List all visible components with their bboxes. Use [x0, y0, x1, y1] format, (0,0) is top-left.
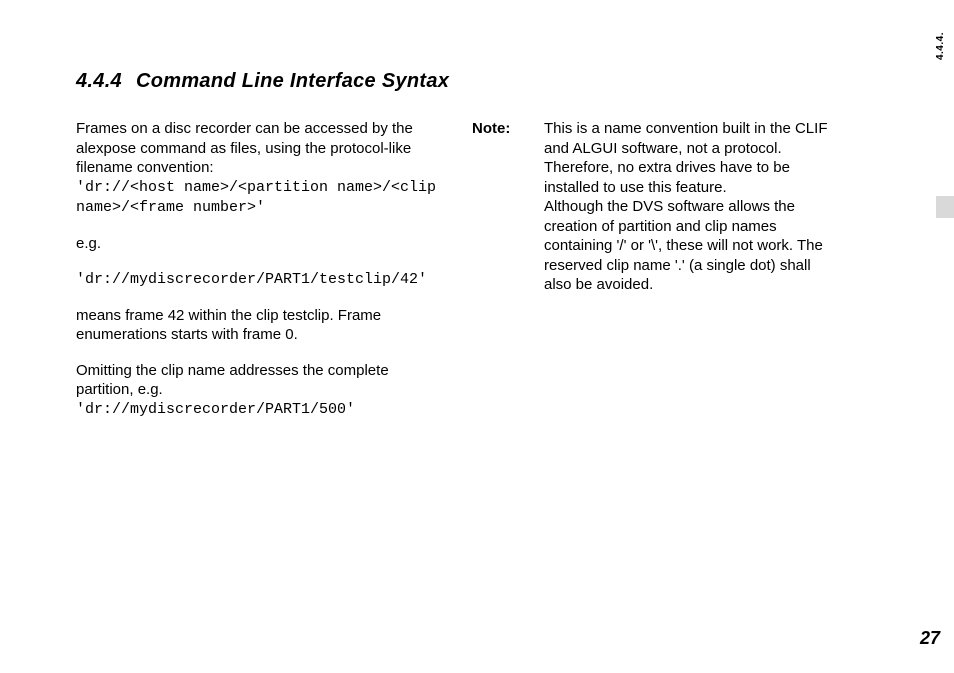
right-edge-tab: 4.4.4. Configuration 27	[900, 0, 954, 673]
right-column: Note: This is a name convention built in…	[472, 119, 840, 420]
section-heading: 4.4.4 Command Line Interface Syntax	[76, 70, 840, 93]
syntax-line: 'dr://<host name>/<partition name>/<clip…	[76, 178, 444, 219]
example-1: 'dr://mydiscrecorder/PART1/testclip/42'	[76, 270, 444, 290]
eg-label: e.g.	[76, 234, 444, 254]
note-paragraph-2: Although the DVS software allows the cre…	[544, 197, 840, 295]
explain-1: means frame 42 within the clip testclip.…	[76, 306, 444, 345]
body-columns: Frames on a disc recorder can be accesse…	[76, 119, 840, 420]
section-title: Command Line Interface Syntax	[136, 70, 449, 92]
intro-text: Frames on a disc recorder can be accesse…	[76, 119, 444, 178]
side-section-number: 4.4.4.	[935, 32, 946, 60]
note-label: Note:	[472, 119, 544, 295]
explain-2: Omitting the clip name addresses the com…	[76, 361, 444, 400]
note-body: This is a name convention built in the C…	[544, 119, 840, 295]
page-number: 27	[920, 628, 940, 649]
example-2: 'dr://mydiscrecorder/PART1/500'	[76, 400, 444, 420]
note-block: Note: This is a name convention built in…	[472, 119, 840, 295]
left-column: Frames on a disc recorder can be accesse…	[76, 119, 444, 420]
note-paragraph-1: This is a name convention built in the C…	[544, 119, 840, 197]
section-number: 4.4.4	[76, 70, 122, 92]
thumb-index-marker	[936, 196, 954, 218]
